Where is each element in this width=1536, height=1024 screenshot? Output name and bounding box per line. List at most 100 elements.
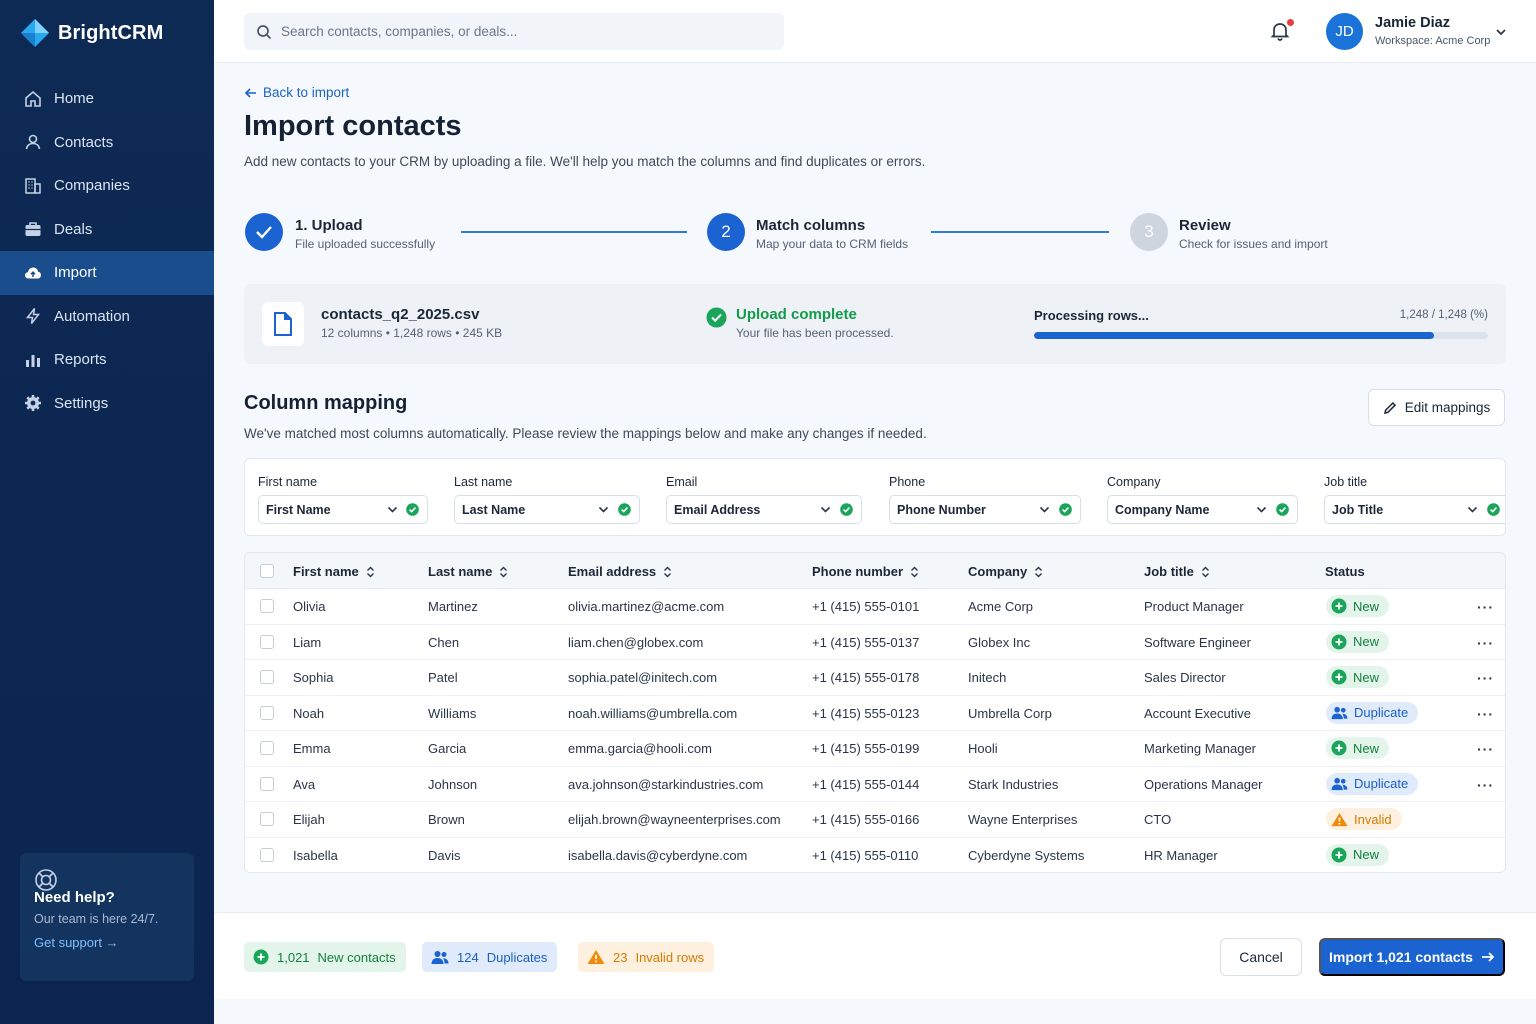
- more-options-icon[interactable]: ···: [1477, 635, 1494, 651]
- cell-first-name: Ava: [293, 776, 316, 792]
- column-header-phone[interactable]: Phone number: [812, 564, 919, 579]
- more-options-icon[interactable]: ···: [1477, 777, 1494, 793]
- step-3-title: Review: [1179, 217, 1231, 234]
- cell-phone: +1 (415) 555-0110: [812, 847, 919, 863]
- column-header-last-name[interactable]: Last name: [428, 564, 508, 579]
- column-header-company[interactable]: Company: [968, 564, 1043, 579]
- sidebar-item-label: Companies: [54, 177, 130, 195]
- search-input[interactable]: Search contacts, companies, or deals...: [244, 13, 784, 50]
- more-options-icon[interactable]: ···: [1477, 741, 1494, 757]
- column-header-job-title[interactable]: Job title: [1144, 564, 1210, 579]
- cell-company: Globex Inc: [968, 634, 1031, 650]
- avatar[interactable]: JD: [1326, 13, 1363, 50]
- row-checkbox[interactable]: [260, 741, 274, 755]
- import-button-label: Import 1,021 contacts: [1329, 949, 1473, 965]
- status-badge: Invalid: [1326, 808, 1402, 830]
- map-select-phone[interactable]: Phone Number: [889, 495, 1081, 524]
- row-checkbox[interactable]: [260, 634, 274, 649]
- table-row[interactable]: Sophia Patel sophia.patel@initech.com +1 (4…: [245, 660, 1505, 696]
- sidebar-item-label: Home: [54, 90, 95, 108]
- table-row[interactable]: Ava Johnson ava.johnson@starkindustries.co…: [245, 767, 1505, 802]
- map-select-email[interactable]: Email Address: [666, 495, 862, 524]
- plus-circle-icon: [1331, 847, 1347, 863]
- sidebar-item-automation[interactable]: Automation: [0, 295, 214, 339]
- check-circle-icon: [1059, 503, 1072, 516]
- building-icon: [24, 177, 42, 195]
- cell-last-name: Patel: [428, 670, 458, 685]
- row-checkbox[interactable]: [260, 812, 274, 826]
- sidebar-item-reports[interactable]: Reports: [0, 338, 214, 382]
- sidebar-item-label: Settings: [54, 394, 109, 412]
- cell-job-title: Sales Director: [1144, 670, 1226, 685]
- map-select-first-name[interactable]: First Name: [258, 495, 428, 524]
- column-header-email[interactable]: Email address: [568, 564, 672, 579]
- row-checkbox[interactable]: [260, 847, 274, 862]
- row-checkbox[interactable]: [260, 776, 274, 791]
- step-1-title: 1. Upload: [295, 217, 363, 234]
- table-row[interactable]: Emma Garcia emma.garcia@hooli.com +1 (415) …: [245, 731, 1505, 767]
- table-row[interactable]: Olivia Martinez olivia.martinez@acme.com +1…: [245, 589, 1505, 625]
- map-select-company[interactable]: Company Name: [1107, 495, 1298, 524]
- chevron-down-icon: [598, 505, 609, 514]
- cell-phone: +1 (415) 555-0137: [812, 634, 920, 650]
- back-to-import-link[interactable]: Back to import: [244, 85, 349, 100]
- column-header-first-name[interactable]: First name: [293, 564, 375, 579]
- import-footer: 1,021 New contacts 124 Duplicates 23 Inv…: [214, 912, 1536, 999]
- processing-count: 1,248 / 1,248 (%): [1399, 309, 1488, 321]
- sidebar-item-deals[interactable]: Deals: [0, 208, 214, 252]
- user-name[interactable]: Jamie Diaz: [1375, 15, 1450, 31]
- chevron-down-icon[interactable]: [1495, 27, 1507, 37]
- select-all-checkbox[interactable]: [260, 564, 274, 578]
- back-label: Back to import: [263, 85, 350, 100]
- edit-mappings-button[interactable]: Edit mappings: [1368, 389, 1505, 426]
- cell-first-name: Olivia: [293, 599, 326, 614]
- sidebar-item-label: Import: [54, 264, 97, 282]
- table-row[interactable]: Isabella Davis isabella.davis@cyberdyne.co…: [245, 838, 1505, 873]
- lifebuoy-icon: [34, 868, 58, 892]
- users-icon: [431, 950, 449, 965]
- cell-first-name: Noah: [293, 705, 325, 721]
- table-row[interactable]: Elijah Brown elijah.brown@wayneenterprises…: [245, 802, 1505, 838]
- users-icon: [1331, 777, 1348, 791]
- cancel-button[interactable]: Cancel: [1220, 938, 1302, 976]
- import-contacts-button[interactable]: Import 1,021 contacts: [1319, 938, 1505, 976]
- notification-dot: [1287, 19, 1294, 26]
- row-checkbox[interactable]: [260, 599, 274, 613]
- check-circle-icon: [1276, 503, 1289, 516]
- table-row[interactable]: Noah Williams noah.williams@umbrella.com +1…: [245, 696, 1505, 731]
- row-checkbox[interactable]: [260, 670, 274, 684]
- more-options-icon[interactable]: ···: [1477, 599, 1494, 615]
- cell-first-name: Isabella: [293, 847, 338, 863]
- more-options-icon[interactable]: ···: [1477, 706, 1494, 722]
- status-badge: New: [1326, 843, 1390, 866]
- sidebar-item-contacts[interactable]: Contacts: [0, 121, 214, 165]
- search-placeholder: Search contacts, companies, or deals...: [281, 24, 518, 39]
- map-select-job-title[interactable]: Job Title: [1324, 495, 1505, 524]
- sidebar-item-home[interactable]: Home: [0, 77, 214, 121]
- step-connector: [931, 231, 1109, 233]
- sidebar-item-companies[interactable]: Companies: [0, 164, 214, 208]
- status-label: New: [1353, 634, 1380, 649]
- help-card: Need help? Our team is here 24/7. Get su…: [20, 853, 194, 981]
- lightning-icon: [24, 307, 42, 325]
- more-options-icon[interactable]: ···: [1477, 670, 1494, 686]
- home-icon: [24, 90, 42, 108]
- row-checkbox[interactable]: [260, 705, 274, 720]
- sidebar-item-settings[interactable]: Settings: [0, 382, 214, 426]
- sidebar-item-import[interactable]: Import: [0, 251, 214, 295]
- cell-job-title: Software Engineer: [1144, 634, 1251, 650]
- map-select-last-name[interactable]: Last Name: [454, 495, 640, 524]
- brand[interactable]: BrightCRM: [20, 18, 163, 48]
- get-support-link[interactable]: Get support →: [34, 935, 180, 950]
- cell-email: ava.johnson@starkindustries.com: [568, 776, 764, 792]
- status-badge: New: [1326, 630, 1390, 653]
- search-icon: [256, 24, 272, 40]
- table-row[interactable]: Liam Chen liam.chen@globex.com +1 (415) 555…: [245, 625, 1505, 660]
- sidebar-nav: Home Contacts Companies Deals Import Aut…: [0, 77, 214, 425]
- map-select-value: Last Name: [462, 502, 526, 517]
- summary-duplicates: 124 Duplicates: [422, 942, 558, 972]
- step-connector: [461, 231, 687, 233]
- step-2-subtitle: Map your data to CRM fields: [756, 237, 909, 251]
- sidebar-item-label: Contacts: [54, 133, 114, 151]
- table-header: First name Last name Email address Phone…: [245, 553, 1505, 589]
